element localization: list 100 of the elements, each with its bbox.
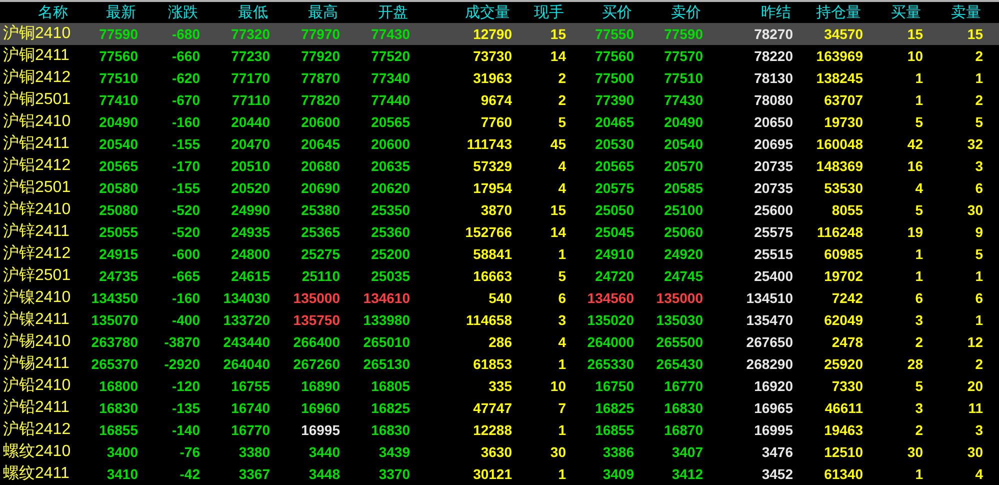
quote-row[interactable]: 沪铝2412 20565 -170 20510 20680 20635 57329 4 20565 20570 20735 148369 16 3 <box>0 155 999 177</box>
contract-name: 沪锌2412 <box>2 246 70 262</box>
quote-row[interactable]: 沪锌2412 24915 -600 24800 25275 25200 58841 1 24910 24920 25515 60985 1 5 <box>0 243 999 265</box>
quote-row[interactable]: 沪铜2501 77410 -670 77110 77820 77440 9674 2 77390 77430 78080 63707 1 2 <box>0 89 999 111</box>
quote-row[interactable]: 沪铝2411 20540 -155 20470 20645 20600 111743 45 20530 20540 20695 160048 42 32 <box>0 133 999 155</box>
quote-cell-text: 2 <box>914 335 923 349</box>
quote-cell-text: 20735 <box>753 159 793 173</box>
contract-name: 沪铝2410 <box>2 114 70 130</box>
quote-row[interactable]: 沪锡2410 263780 -3870 243440 266400 265010 286 4 264000 265500 267650 2478 2 12 <box>0 331 999 353</box>
quote-cell-text: 77820 <box>300 93 340 107</box>
quote-cell-text: 7330 <box>830 379 863 393</box>
quote-row[interactable]: 沪镍2411 135070 -400 133720 135750 133980 114658 3 135020 135030 135470 62049 3 1 <box>0 309 999 331</box>
quote-row[interactable]: 沪铅2412 16855 -140 16770 16995 16830 12288 1 16855 16870 16995 19463 2 3 <box>0 419 999 441</box>
quote-cell-text: 25575 <box>753 225 793 239</box>
quote-cell-text: 25400 <box>753 269 793 283</box>
quote-row[interactable]: 沪铝2410 20490 -160 20440 20600 20565 7760 5 20465 20490 20650 19730 5 5 <box>0 111 999 133</box>
quote-cell-text: 266400 <box>292 335 340 349</box>
quote-cell-text: 30 <box>966 445 983 459</box>
quote-row[interactable]: 螺纹2410 3400 -76 3380 3440 3439 3630 30 3386 3407 3476 12510 30 30 <box>0 441 999 463</box>
quote-cell-text: 133980 <box>362 313 410 327</box>
contract-name: 沪镍2410 <box>2 290 70 306</box>
quote-cell-text: 57329 <box>472 159 512 173</box>
quote-cell-text: 5 <box>914 379 923 393</box>
quote-cell-text: 30 <box>966 203 983 217</box>
quote-cell-text: 12288 <box>472 423 512 437</box>
quote-cell-text: 3 <box>974 423 983 437</box>
quote-cell-text: 25360 <box>370 225 410 239</box>
column-header: 买量 <box>890 5 922 20</box>
quote-cell-text: 1 <box>914 247 923 261</box>
quote-cell-text: 1 <box>914 467 923 481</box>
quote-cell-text: 4 <box>557 181 566 195</box>
quote-cell-text: 134350 <box>90 291 138 305</box>
quote-cell-text: 1 <box>974 313 983 327</box>
column-header: 涨跌 <box>167 5 199 20</box>
quote-cell-text: 20540 <box>663 137 703 151</box>
quote-cell-text: 77590 <box>98 27 138 41</box>
quote-cell-text: 135030 <box>655 313 703 327</box>
quote-cell-text: 60985 <box>823 247 863 261</box>
quote-cell-text: 6 <box>974 181 983 195</box>
quote-cell-text: 4 <box>914 181 923 195</box>
quote-cell-text: 25100 <box>663 203 703 217</box>
quote-cell-text: 265330 <box>586 357 634 371</box>
quote-cell-text: 16920 <box>753 379 793 393</box>
quote-cell-text: 20695 <box>753 137 793 151</box>
quote-cell-text: 135020 <box>586 313 634 327</box>
quote-cell-text: 24920 <box>663 247 703 261</box>
quote-row[interactable]: 沪锌2411 25055 -520 24935 25365 25360 152766 14 25045 25060 25575 116248 19 9 <box>0 221 999 243</box>
column-header: 买价 <box>601 5 633 20</box>
quote-cell-text: 3410 <box>106 467 138 481</box>
quote-cell-text: 25035 <box>370 269 410 283</box>
quote-cell-text: 25080 <box>98 203 138 217</box>
quote-cell-text: 267260 <box>292 357 340 371</box>
quote-cell-text: -160 <box>170 291 200 305</box>
quote-cell-text: 111743 <box>466 137 512 151</box>
quote-cell-text: 77500 <box>594 71 634 85</box>
quote-cell-text: 77510 <box>663 71 703 85</box>
quote-cell-text: 3870 <box>480 203 512 217</box>
quote-cell-text: 24615 <box>230 269 270 283</box>
quote-cell-text: 12790 <box>472 27 512 41</box>
quote-cell-text: -680 <box>170 27 200 41</box>
quote-cell-text: 9674 <box>480 93 512 107</box>
quote-cell-text: 25350 <box>370 203 410 217</box>
quote-cell-text: -520 <box>170 225 200 239</box>
quote-cell-text: -155 <box>170 181 200 195</box>
quote-row[interactable]: 沪镍2410 134350 -160 134030 135000 134610 540 6 134560 135000 134510 7242 6 6 <box>0 287 999 309</box>
quote-row[interactable]: 沪锡2411 265370 -2920 264040 267260 265130 61853 1 265330 265430 268290 25920 28 2 <box>0 353 999 375</box>
quote-row[interactable]: 沪铜2410 77590 -680 77320 77970 77430 12790 15 77550 77590 78270 34570 15 15 <box>0 23 999 45</box>
quote-cell-text: 25055 <box>98 225 138 239</box>
quote-cell-text: 20 <box>966 379 983 393</box>
quote-cell-text: 3386 <box>602 445 634 459</box>
quote-row[interactable]: 沪铅2410 16800 -120 16755 16890 16805 335 10 16750 16770 16920 7330 5 20 <box>0 375 999 397</box>
quote-row[interactable]: 螺纹2411 3410 -42 3367 3448 3370 30121 1 3409 3412 3452 61340 1 4 <box>0 463 999 485</box>
quote-row[interactable]: 沪铜2411 77560 -660 77230 77920 77520 73730 14 77560 77570 78220 163969 10 2 <box>0 45 999 67</box>
quote-row[interactable]: 沪铅2411 16830 -135 16740 16960 16825 47747 7 16825 16830 16965 46611 3 11 <box>0 397 999 419</box>
quote-cell-text: 1 <box>914 93 923 107</box>
quote-cell-text: 15 <box>966 27 983 41</box>
quote-cell-text: 2 <box>974 357 983 371</box>
quote-cell-text: 2 <box>914 423 923 437</box>
quote-cell-text: -2920 <box>163 357 200 371</box>
quote-row[interactable]: 沪锌2410 25080 -520 24990 25380 25350 3870 15 25050 25100 25600 8055 5 30 <box>0 199 999 221</box>
quote-cell-text: 3 <box>914 401 923 415</box>
quote-row[interactable]: 沪锌2501 24735 -665 24615 25110 25035 16663 5 24720 24745 25400 19702 1 1 <box>0 265 999 287</box>
quote-cell-text: 20680 <box>300 159 340 173</box>
quote-cell-text: 32 <box>966 137 983 151</box>
quote-cell-text: -135 <box>170 401 200 415</box>
quote-cell-text: 16770 <box>230 423 270 437</box>
quote-cell-text: 5 <box>914 115 923 129</box>
quote-row[interactable]: 沪铝2501 20580 -155 20520 20690 20620 17954 4 20575 20585 20735 53530 4 6 <box>0 177 999 199</box>
quote-cell-text: 20490 <box>98 115 138 129</box>
quote-cell-text: 24745 <box>663 269 703 283</box>
column-header: 最高 <box>307 5 339 20</box>
quote-row[interactable]: 沪铜2412 77510 -620 77170 77870 77340 31963 2 77500 77510 78130 138245 1 1 <box>0 67 999 89</box>
column-header: 最新 <box>105 5 137 20</box>
quote-cell-text: 12510 <box>823 445 863 459</box>
quote-cell-text: 20465 <box>594 115 634 129</box>
quote-cell-text: 7760 <box>480 115 512 129</box>
quote-cell-text: 5 <box>974 115 983 129</box>
quote-cell-text: 77870 <box>300 71 340 85</box>
quote-cell-text: 2 <box>974 49 983 63</box>
quote-cell-text: 1 <box>557 423 566 437</box>
